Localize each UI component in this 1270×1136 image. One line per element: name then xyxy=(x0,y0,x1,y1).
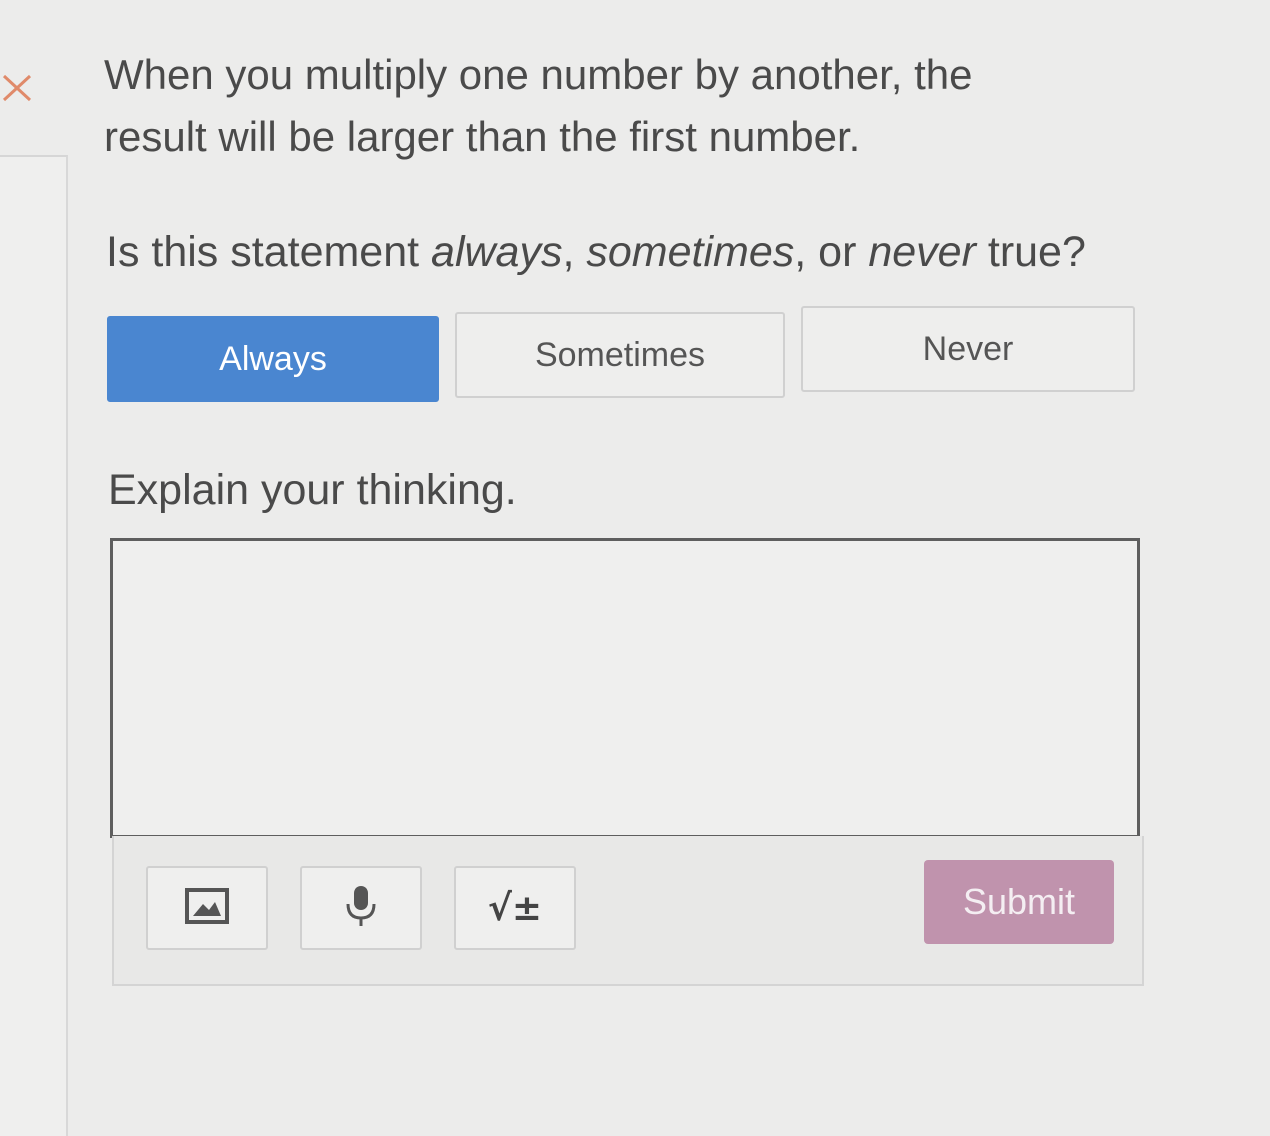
math-equation-icon: √± xyxy=(487,887,543,929)
side-panel xyxy=(0,155,68,1136)
prompt-always: always xyxy=(431,228,563,276)
prompt-text: true? xyxy=(975,228,1086,276)
choice-never-button[interactable]: Never xyxy=(801,306,1135,392)
microphone-icon xyxy=(343,884,379,933)
explain-label: Explain your thinking. xyxy=(108,466,517,514)
close-icon[interactable] xyxy=(0,70,36,106)
record-audio-button[interactable] xyxy=(300,866,422,950)
prompt-text: Is this statement xyxy=(106,228,432,276)
prompt-text: , xyxy=(562,228,587,276)
response-toolbar: √± Submit xyxy=(112,836,1144,986)
explanation-textarea[interactable] xyxy=(110,538,1140,838)
question-prompt: Is this statement always, sometimes, or … xyxy=(106,222,1166,282)
math-equation-button[interactable]: √± xyxy=(454,866,576,950)
submit-button[interactable]: Submit xyxy=(924,860,1114,944)
image-icon xyxy=(185,887,229,929)
prompt-never: never xyxy=(868,228,976,276)
choice-always-button[interactable]: Always xyxy=(107,316,439,402)
prompt-text: , or xyxy=(794,228,869,276)
prompt-sometimes: sometimes xyxy=(586,228,795,276)
insert-image-button[interactable] xyxy=(146,866,268,950)
answer-choices: Always Sometimes Never xyxy=(107,306,1137,402)
choice-sometimes-button[interactable]: Sometimes xyxy=(455,312,785,398)
question-statement: When you multiply one number by another,… xyxy=(104,51,973,160)
